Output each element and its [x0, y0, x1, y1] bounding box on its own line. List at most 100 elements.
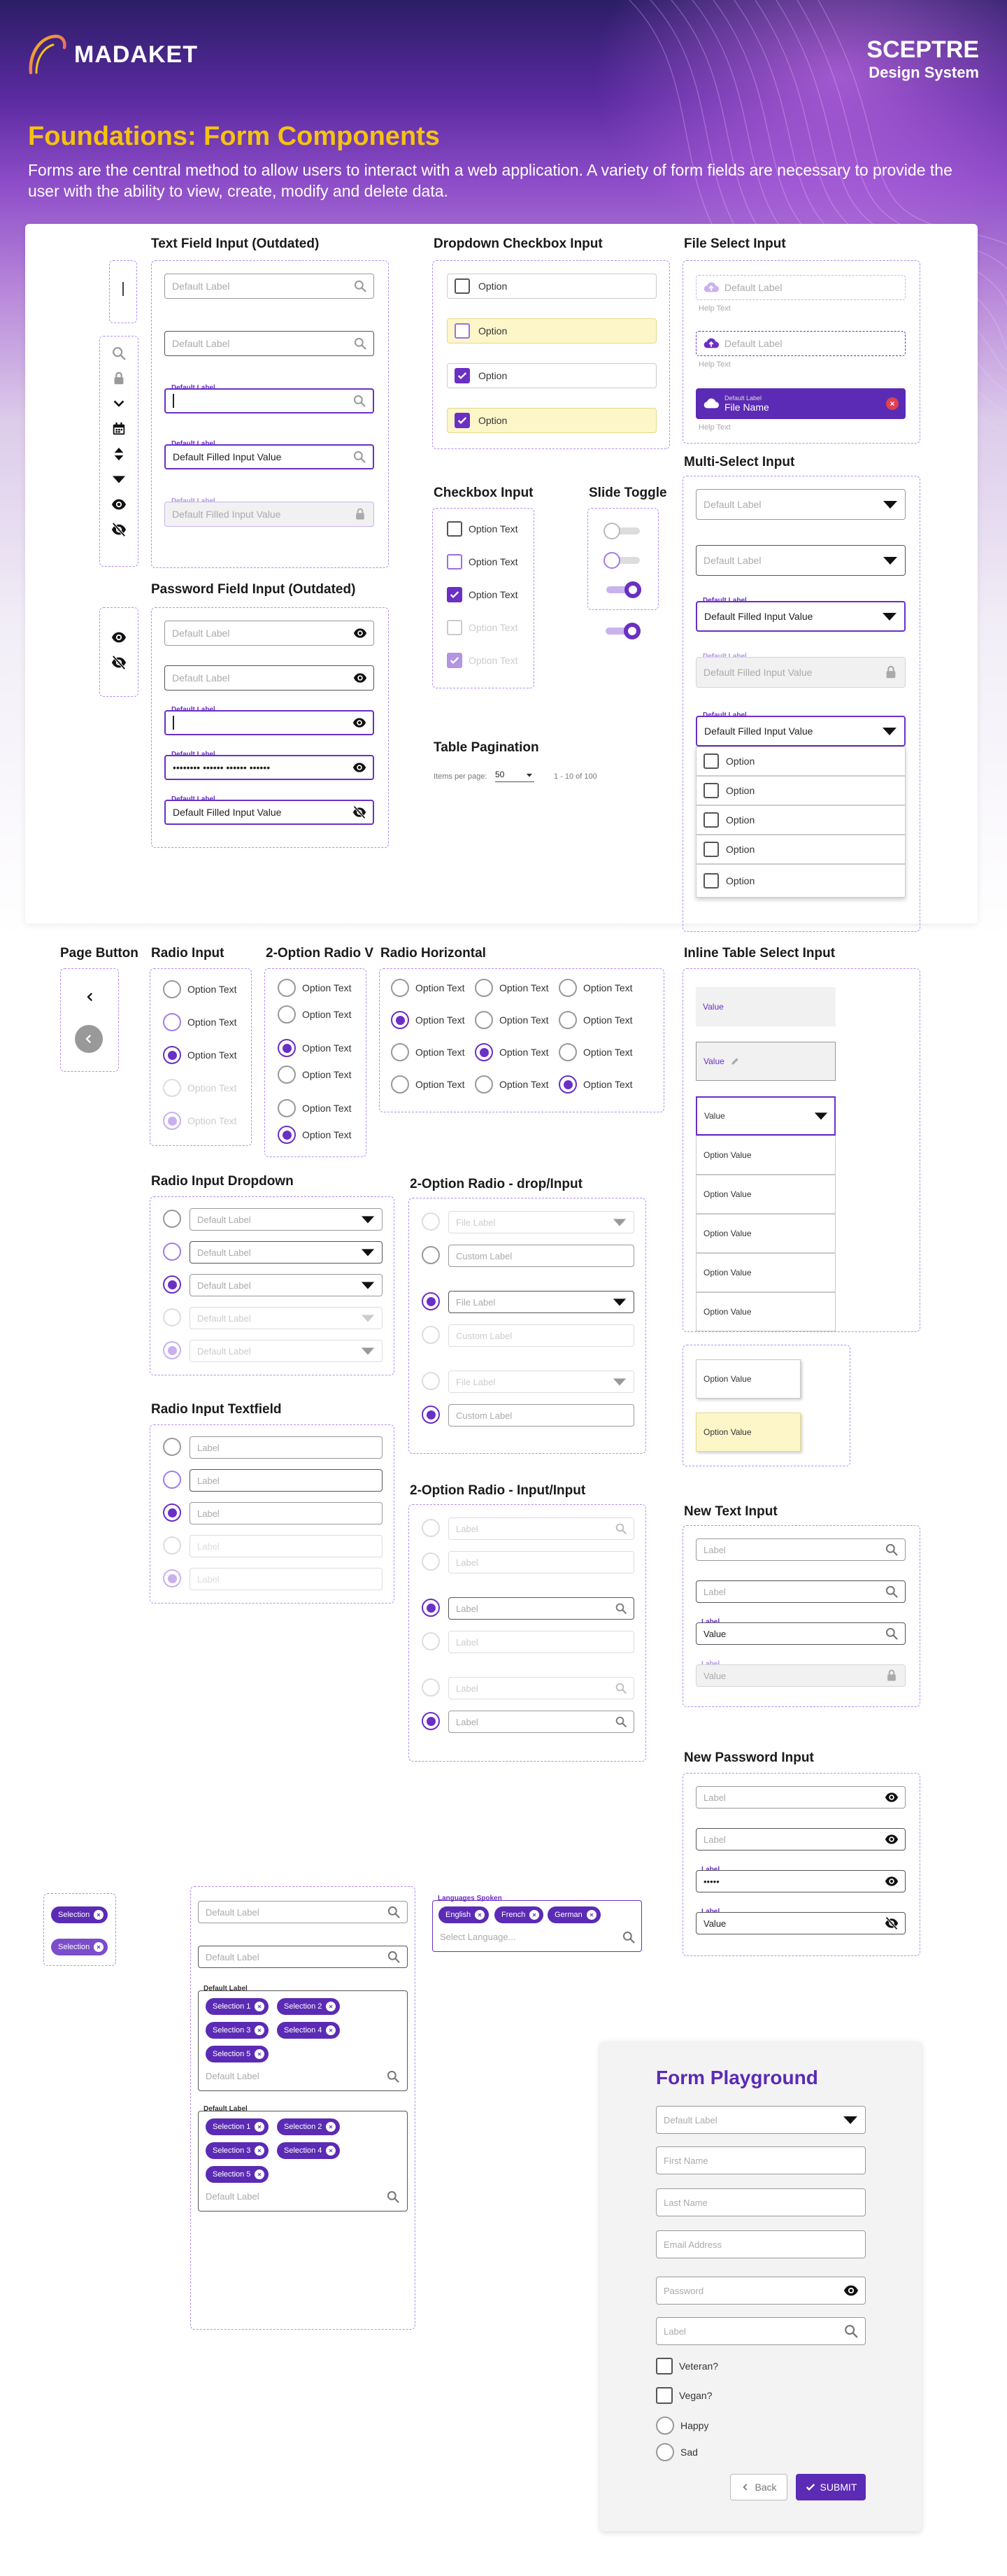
password-field-default[interactable]: Default Label [164, 621, 374, 646]
selection-chip[interactable]: Selection 3 [206, 2022, 269, 2039]
password-field-revealed[interactable]: Default Filled Input Value [164, 800, 374, 825]
happy-radio[interactable]: Happy [656, 2416, 708, 2435]
radio-dropdown-select[interactable]: Default Label [190, 1208, 383, 1231]
radio-row[interactable] [422, 1326, 440, 1344]
close-icon[interactable] [94, 1942, 104, 1952]
file-select-default[interactable]: Default Label [696, 275, 906, 300]
dropdown-option-checked-hover[interactable]: Option [447, 408, 657, 433]
radio[interactable] [163, 1438, 181, 1456]
new-text-filled[interactable]: Value [696, 1622, 906, 1645]
radio-textfield-row[interactable] [163, 1503, 181, 1522]
radio[interactable] [422, 1372, 440, 1390]
radio-row[interactable] [422, 1406, 440, 1424]
file-select-selected[interactable]: Default Label File Name [696, 388, 906, 419]
radio-textfield-row[interactable] [163, 1438, 181, 1456]
email-input[interactable]: Email Address [656, 2230, 866, 2258]
inline-select-option[interactable]: Option Value [696, 1253, 836, 1292]
radio-selected[interactable]: Option Text [163, 1046, 237, 1064]
new-text-default[interactable]: Label [696, 1538, 906, 1561]
selection-chip[interactable]: Selection 5 [206, 2166, 269, 2183]
label-input[interactable]: Label [448, 1551, 634, 1573]
selection-chip[interactable]: Selection 2 [277, 2118, 341, 2135]
radio-dropdown-select[interactable]: Default Label [190, 1241, 383, 1264]
radio-option-selected[interactable]: Option Text [559, 1075, 633, 1094]
radio[interactable] [656, 2443, 674, 2461]
multi-select-filled[interactable]: Default Filled Input Value [696, 601, 906, 632]
checkbox[interactable] [704, 873, 719, 889]
radio-dropdown-row[interactable] [163, 1275, 181, 1294]
multi-select-open[interactable]: Default Filled Input Value [696, 716, 906, 746]
radio[interactable] [559, 979, 577, 997]
multi-select-option[interactable]: Option [696, 835, 906, 864]
password-field-focused[interactable] [164, 710, 374, 735]
pagination-page-size-select[interactable]: 50 [495, 770, 534, 782]
close-icon[interactable] [255, 2002, 265, 2011]
close-icon[interactable] [255, 2049, 265, 2059]
search-input[interactable]: Label [656, 2317, 866, 2345]
radio[interactable] [278, 1005, 296, 1024]
page-back-round-button[interactable] [75, 1025, 103, 1053]
radio-row[interactable] [422, 1712, 440, 1730]
radio[interactable] [422, 1212, 440, 1231]
radio-textfield-row[interactable] [163, 1471, 181, 1489]
file-label-dropdown[interactable]: File Label [448, 1211, 634, 1233]
multi-select-option[interactable]: Option [696, 746, 906, 776]
last-name-input[interactable]: Last Name [656, 2188, 866, 2216]
custom-label-input[interactable]: Custom Label [448, 1245, 634, 1267]
vegan-checkbox[interactable]: Vegan? [656, 2387, 713, 2404]
close-icon[interactable] [326, 2002, 336, 2011]
radio[interactable] [422, 1246, 440, 1264]
radio-row[interactable] [422, 1599, 440, 1617]
close-icon[interactable] [255, 2146, 265, 2156]
radio-option[interactable]: Option Text [475, 1075, 549, 1094]
radio-option[interactable]: Option Text [559, 979, 633, 997]
checkbox[interactable] [704, 753, 719, 769]
new-password-filled[interactable]: ••••• [696, 1870, 906, 1892]
text-field-hover[interactable]: Default Label [164, 331, 374, 356]
inline-select-option-hover[interactable]: Option Value [696, 1359, 801, 1399]
radio[interactable] [391, 1075, 409, 1094]
radio[interactable] [422, 1632, 440, 1650]
search-label-input[interactable]: Label [448, 1711, 634, 1733]
radio[interactable] [163, 980, 181, 998]
radio-option-selected[interactable]: Option Text [475, 1043, 549, 1061]
radio[interactable] [391, 1011, 409, 1029]
radio[interactable] [163, 1243, 181, 1261]
playground-dropdown[interactable]: Default Label [656, 2106, 866, 2134]
radio-option[interactable]: Option Text [391, 1043, 465, 1061]
radio-option-selected[interactable]: Option Text [278, 1126, 352, 1144]
new-password-default[interactable]: Label [696, 1786, 906, 1809]
back-button[interactable]: Back [730, 2474, 787, 2500]
selection-chip-hover[interactable]: Selection [51, 1939, 108, 1955]
radio[interactable] [278, 1099, 296, 1117]
radio-row[interactable] [422, 1519, 440, 1537]
multi-select-default[interactable]: Default Label [696, 489, 906, 520]
veteran-checkbox[interactable]: Veteran? [656, 2358, 718, 2375]
first-name-input[interactable]: First Name [656, 2146, 866, 2174]
radio-dropdown-select[interactable]: Default Label [190, 1274, 383, 1296]
inline-select-option[interactable]: Option Value [696, 1175, 836, 1214]
radio[interactable] [163, 1046, 181, 1064]
chip-select-default[interactable]: Default Label [198, 1901, 408, 1923]
radio[interactable] [422, 1552, 440, 1571]
new-password-revealed[interactable]: Value [696, 1912, 906, 1934]
radio-textfield-input[interactable]: Label [190, 1502, 383, 1524]
chip-select-filled-hover[interactable]: Selection 1 Selection 2 Selection 3 Sele… [198, 2111, 408, 2211]
radio[interactable] [475, 1043, 493, 1061]
inline-select-cell[interactable]: Value [696, 987, 836, 1026]
radio-row[interactable] [422, 1632, 440, 1650]
radio[interactable] [422, 1406, 440, 1424]
radio[interactable] [422, 1678, 440, 1697]
radio[interactable] [422, 1519, 440, 1537]
language-chip[interactable]: English [438, 1906, 490, 1923]
close-icon[interactable] [326, 2025, 336, 2035]
remove-file-icon[interactable] [886, 397, 899, 410]
file-label-dropdown[interactable]: File Label [448, 1291, 634, 1313]
sad-radio[interactable]: Sad [656, 2443, 698, 2461]
dropdown-option-unchecked[interactable]: Option [447, 274, 657, 299]
close-icon[interactable] [326, 2122, 336, 2132]
radio-option[interactable]: Option Text [475, 1011, 549, 1029]
toggle-on[interactable] [604, 581, 643, 598]
text-field-filled[interactable]: Default Filled Input Value [164, 444, 374, 469]
selection-chip[interactable]: Selection 4 [277, 2142, 341, 2159]
